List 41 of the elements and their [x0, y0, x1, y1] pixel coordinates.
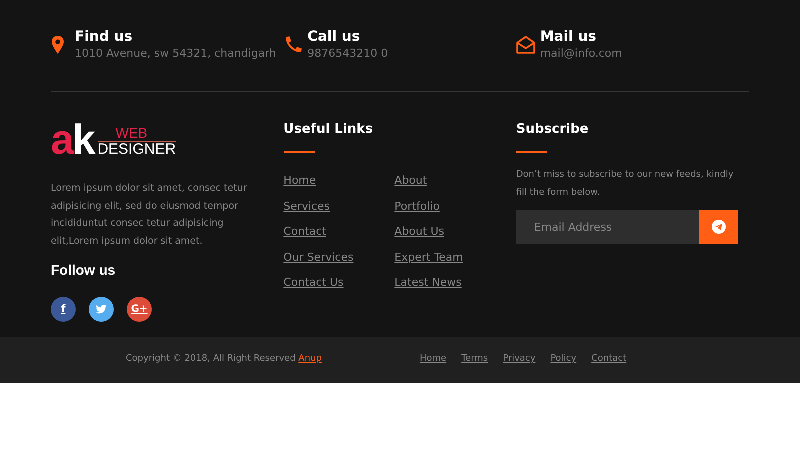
follow-heading: Follow us: [51, 261, 117, 280]
footer-link[interactable]: Our Services: [284, 250, 354, 264]
send-button[interactable]: [699, 210, 738, 244]
section-heading: Subscribe: [516, 122, 590, 138]
author-link[interactable]: Anup: [298, 354, 322, 364]
contact-title: Mail us: [540, 28, 598, 46]
contact-text: 1010 Avenue, sw 54321, chandigarh: [75, 46, 276, 61]
logo-text: DESIGNER: [98, 142, 176, 158]
contact-text: 9876543210 0: [308, 46, 388, 61]
section-heading: Useful Links: [284, 122, 374, 138]
contact-text: mail@info.com: [540, 46, 622, 61]
bottom-link[interactable]: Terms: [462, 353, 488, 367]
subscribe-text: Don’t miss to subscribe to our new feeds, kindly fill the form below.: [516, 169, 735, 200]
about-text: Lorem ipsum dolor sit amet, consec tetur adipisicing elit, sed do eiusmod tempor incididuntut consec tetur adipisicing elit,Lorem ipsum dolor sit amet.: [51, 182, 248, 248]
footer-link[interactable]: Contact: [284, 225, 326, 238]
social-button[interactable]: G+: [127, 297, 152, 322]
footer-link[interactable]: About Us: [394, 225, 444, 238]
mail-icon: [516, 36, 536, 54]
footer-link[interactable]: Services: [284, 200, 330, 212]
bottom-link[interactable]: Contact: [592, 353, 627, 367]
bird-icon: [96, 305, 107, 314]
copyright-text: Copyright © 2018, All Right Reserved Anup: [126, 353, 323, 366]
footer-link[interactable]: Expert Team: [394, 250, 464, 264]
phone-icon: [284, 36, 303, 54]
pin-icon: [51, 36, 65, 54]
bottom-link[interactable]: Privacy: [503, 353, 536, 367]
email-field[interactable]: Email Address: [516, 210, 700, 244]
social-button[interactable]: f: [51, 297, 76, 322]
contact-title: Find us: [75, 28, 134, 46]
logo-mark: ak: [51, 122, 94, 158]
contact-title: Call us: [308, 28, 362, 46]
bottom-link[interactable]: Policy: [550, 353, 577, 367]
footer-link[interactable]: Portfolio: [394, 200, 440, 212]
bottom-link[interactable]: Home: [420, 353, 447, 367]
footer-link[interactable]: About: [394, 174, 428, 187]
send-icon: [712, 220, 726, 234]
footer-link[interactable]: Home: [284, 174, 316, 187]
footer-link[interactable]: Contact Us: [284, 276, 344, 289]
logo-text: WEB: [98, 126, 176, 142]
footer-link[interactable]: Latest News: [394, 276, 462, 289]
social-button[interactable]: [89, 297, 114, 322]
